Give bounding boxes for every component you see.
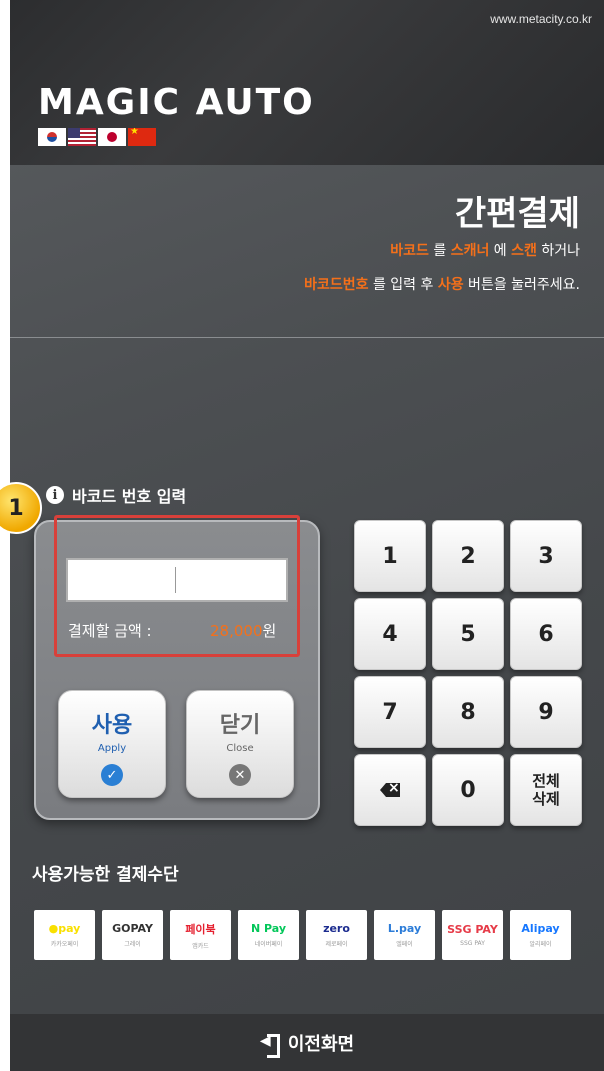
apply-sublabel: Apply [97,743,127,754]
instruction-segment: 사용 [437,277,464,293]
close-icon: ✕ [229,764,251,786]
flag-kr-icon[interactable] [38,128,66,146]
instruction-segment: 하거나 [536,243,580,259]
divider [10,337,604,338]
payment-method: GOPAY 그레이 [102,910,163,960]
key-clear-all[interactable]: 전체 삭제 [510,754,582,826]
key-0[interactable]: 0 [432,754,504,826]
flag-jp-icon[interactable] [98,128,126,146]
instruction-segment: 스캔 [511,243,537,259]
site-url: www.metacity.co.kr [490,12,592,26]
language-flags [38,128,156,146]
back-icon [260,1033,280,1058]
highlight-box [54,515,300,657]
instruction-segment: 바코드번호 [304,277,369,293]
key-4[interactable]: 4 [354,598,426,670]
payment-logo: zero [323,922,350,935]
key-3[interactable]: 3 [510,520,582,592]
payment-method: N Pay 네이버페이 [238,910,299,960]
key-5[interactable]: 5 [432,598,504,670]
instruction-segment: 에 [489,243,512,259]
instruction-segment: 버튼을 눌러주세요. [463,277,580,293]
payment-label: 엘페이 [396,941,413,948]
payment-logo: Alipay [521,922,560,935]
payment-logo: SSG PAY [447,923,498,936]
payment-label: 네이버페이 [254,941,283,948]
payment-logo: N Pay [250,922,287,935]
kiosk-screen: www.metacity.co.kr MAGIC AUTO 간편결제 바코드 를… [10,0,604,1071]
close-sublabel: Close [226,743,254,754]
instruction-line-1: 바코드 를 스캐너 에 스캔 하거나 [390,240,580,260]
payment-methods-title: 사용가능한 결제수단 [32,865,179,885]
close-button[interactable]: 닫기 Close ✕ [186,690,294,798]
payment-logo: GOPAY [112,922,153,935]
instruction-segment: 스캐너 [450,243,490,259]
payment-label: 그레이 [124,941,141,948]
key-backspace[interactable] [354,754,426,826]
payment-label: 제로페이 [325,941,348,948]
payment-label: SSG PAY [460,940,485,947]
key-1[interactable]: 1 [354,520,426,592]
payment-label: 앱카드 [192,942,209,950]
payment-logo: ●pay [48,922,81,935]
barcode-label-text: 바코드 번호 입력 [72,487,187,506]
apply-label: 사용 [91,713,133,738]
instruction-segment: 를 입력 후 [368,277,438,293]
key-6[interactable]: 6 [510,598,582,670]
header: www.metacity.co.kr MAGIC AUTO [10,0,604,165]
barcode-input-label: i 바코드 번호 입력 [46,483,186,507]
back-label: 이전화면 [287,1033,355,1055]
instruction-line-2: 바코드번호 를 입력 후 사용 버튼을 눌러주세요. [304,274,580,294]
brand-logo: MAGIC AUTO [38,82,315,123]
payment-logo: 페이북 [185,922,216,936]
payment-logo: L.pay [387,922,422,935]
payment-method: zero 제로페이 [306,910,367,960]
payment-label: 알리페이 [529,941,552,948]
payment-methods: ●pay 카카오페이 GOPAY 그레이 페이북앱카드 N Pay 네이버페이 zero 제로페… [34,910,571,960]
payment-label: 카카오페이 [50,941,79,948]
key-8[interactable]: 8 [432,676,504,748]
payment-method: ●pay 카카오페이 [34,910,95,960]
page-title: 간편결제 [454,194,580,234]
backspace-icon [380,783,400,797]
apply-button[interactable]: 사용 Apply ✓ [58,690,166,798]
payment-method: L.pay 엘페이 [374,910,435,960]
payment-method: 페이북앱카드 [170,910,231,960]
payment-method: SSG PAY SSG PAY [442,910,503,960]
check-icon: ✓ [101,764,123,786]
flag-us-icon[interactable] [68,128,96,146]
flag-cn-icon[interactable] [128,128,156,146]
payment-method: Alipay 알리페이 [510,910,571,960]
key-9[interactable]: 9 [510,676,582,748]
key-2[interactable]: 2 [432,520,504,592]
close-label: 닫기 [219,713,261,738]
info-icon: i [46,486,64,504]
key-7[interactable]: 7 [354,676,426,748]
back-button[interactable]: 이전화면 [10,1014,604,1071]
instruction-segment: 를 [428,243,451,259]
instruction-segment: 바코드 [390,243,429,259]
